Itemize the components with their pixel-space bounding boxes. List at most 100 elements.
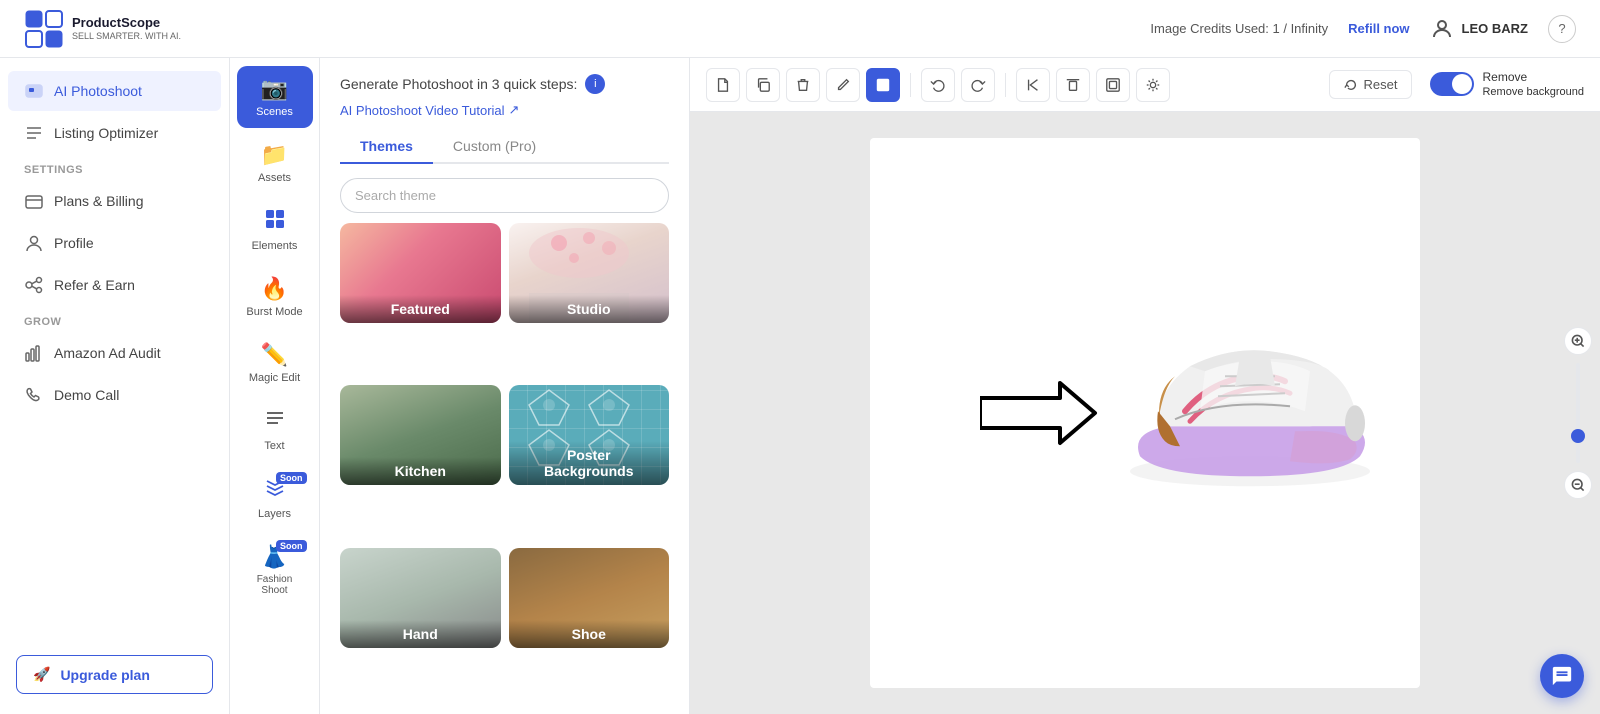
chat-button[interactable] <box>1540 654 1584 698</box>
demo-call-icon <box>24 385 44 405</box>
user-area[interactable]: LEO BARZ <box>1430 17 1528 41</box>
text-label: Text <box>264 440 284 452</box>
toolbar-separator-2 <box>1005 73 1006 97</box>
remove-bg-toggle[interactable] <box>1430 72 1474 96</box>
theme-card-hand[interactable]: Hand <box>340 548 501 648</box>
amazon-ad-audit-label: Amazon Ad Audit <box>54 345 161 361</box>
redo-icon <box>970 77 986 93</box>
grow-section-label: Grow <box>0 306 229 332</box>
theme-card-kitchen[interactable]: Kitchen <box>340 385 501 485</box>
tool-elements[interactable]: Elements <box>237 198 313 262</box>
text-icon <box>264 408 286 436</box>
tab-custom-pro[interactable]: Custom (Pro) <box>433 130 556 164</box>
toolbar-frame-btn[interactable] <box>1096 68 1130 102</box>
canvas-toolbar: Reset RemoveRemove background <box>690 58 1600 112</box>
theme-studio-label: Studio <box>509 295 670 323</box>
user-icon <box>1430 17 1454 41</box>
logo[interactable]: ProductScope SELL SMARTER. WITH AI. <box>24 9 181 49</box>
zoom-out-button[interactable] <box>1564 471 1592 499</box>
toggle-knob <box>1452 74 1472 94</box>
theme-card-studio[interactable]: Studio <box>509 223 670 323</box>
profile-icon <box>24 233 44 253</box>
zoom-slider[interactable] <box>1576 363 1580 463</box>
file-icon <box>715 77 731 93</box>
middle-header: Generate Photoshoot in 3 quick steps: i <box>320 58 689 102</box>
themes-tabs: Themes Custom (Pro) <box>340 130 669 164</box>
toolbar-delete-btn[interactable] <box>786 68 820 102</box>
toolbar-sun-btn[interactable] <box>1136 68 1170 102</box>
sidebar: AI Photoshoot Listing Optimizer Settings… <box>0 58 230 714</box>
tool-fashion-shoot[interactable]: Soon 👗 FashionShoot <box>237 534 313 606</box>
toolbar-separator-1 <box>910 73 911 97</box>
upgrade-button[interactable]: 🚀 Upgrade plan <box>16 655 213 694</box>
scenes-label: Scenes <box>256 106 293 118</box>
info-button[interactable]: i <box>585 74 605 94</box>
fashion-shoot-label: FashionShoot <box>257 574 293 596</box>
help-button[interactable]: ? <box>1548 15 1576 43</box>
theme-card-shoe[interactable]: Shoe <box>509 548 670 648</box>
edit-icon <box>835 77 851 93</box>
reset-button[interactable]: Reset <box>1329 70 1413 99</box>
chat-icon <box>1551 665 1573 687</box>
search-input[interactable] <box>340 178 669 213</box>
search-box <box>340 178 669 213</box>
logo-sub: SELL SMARTER. WITH AI. <box>72 31 181 41</box>
elements-label: Elements <box>252 240 298 252</box>
toolbar-align-top-btn[interactable] <box>1056 68 1090 102</box>
sidebar-item-profile[interactable]: Profile <box>8 223 221 263</box>
header: ProductScope SELL SMARTER. WITH AI. Imag… <box>0 0 1600 58</box>
video-link-text: AI Photoshoot Video Tutorial <box>340 103 505 118</box>
canvas-shoe-image <box>1110 311 1390 496</box>
toolbar-skip-start-btn[interactable] <box>1016 68 1050 102</box>
scenes-icon: 📷 <box>261 76 288 102</box>
header-right: Image Credits Used: 1 / Infinity Refill … <box>1150 15 1576 43</box>
tool-text[interactable]: Text <box>237 398 313 462</box>
upgrade-icon: 🚀 <box>33 666 50 683</box>
toolbar-undo-btn[interactable] <box>921 68 955 102</box>
toolbar-copy-btn[interactable] <box>746 68 780 102</box>
tool-magic-edit[interactable]: ✏️ Magic Edit <box>237 332 313 394</box>
theme-card-poster-backgrounds[interactable]: PosterBackgrounds <box>509 385 670 485</box>
copy-icon <box>755 77 771 93</box>
theme-shoe-label: Shoe <box>509 620 670 648</box>
sidebar-item-amazon-ad-audit[interactable]: Amazon Ad Audit <box>8 333 221 373</box>
refill-button[interactable]: Refill now <box>1348 21 1409 36</box>
tools-panel: 📷 Scenes 📁 Assets Elements 🔥 Burst Mode … <box>230 58 320 714</box>
logo-icon <box>24 9 64 49</box>
sidebar-item-ai-photoshoot[interactable]: AI Photoshoot <box>8 71 221 111</box>
fashion-shoot-soon-badge: Soon <box>276 540 307 552</box>
settings-section-label: Settings <box>0 154 229 180</box>
tool-burst-mode[interactable]: 🔥 Burst Mode <box>237 266 313 328</box>
upgrade-label: Upgrade plan <box>60 667 149 683</box>
burst-mode-icon: 🔥 <box>261 276 288 302</box>
tool-scenes[interactable]: 📷 Scenes <box>237 66 313 128</box>
sun-icon <box>1145 77 1161 93</box>
plans-billing-label: Plans & Billing <box>54 193 144 209</box>
sidebar-item-listing-optimizer[interactable]: Listing Optimizer <box>8 113 221 153</box>
zoom-out-icon <box>1570 477 1586 493</box>
tool-layers[interactable]: Soon Layers <box>237 466 313 530</box>
refer-earn-label: Refer & Earn <box>54 277 135 293</box>
middle-panel: Generate Photoshoot in 3 quick steps: i … <box>320 58 690 714</box>
toolbar-edit-btn[interactable] <box>826 68 860 102</box>
toolbar-file-btn[interactable] <box>706 68 740 102</box>
sidebar-item-plans-billing[interactable]: Plans & Billing <box>8 181 221 221</box>
listing-optimizer-icon <box>24 123 44 143</box>
tool-assets[interactable]: 📁 Assets <box>237 132 313 194</box>
reset-label: Reset <box>1364 77 1398 92</box>
themes-grid: Featured Studio <box>320 223 689 714</box>
sidebar-item-demo-call[interactable]: Demo Call <box>8 375 221 415</box>
canvas-area: Reset RemoveRemove background <box>690 58 1600 714</box>
sidebar-item-refer-earn[interactable]: Refer & Earn <box>8 265 221 305</box>
generate-steps-text: Generate Photoshoot in 3 quick steps: <box>340 76 577 92</box>
listing-optimizer-label: Listing Optimizer <box>54 125 158 141</box>
zoom-thumb[interactable] <box>1571 429 1585 443</box>
tab-themes[interactable]: Themes <box>340 130 433 164</box>
video-tutorial-link[interactable]: AI Photoshoot Video Tutorial ↗ <box>320 102 689 130</box>
logo-name: ProductScope <box>72 16 181 30</box>
toolbar-redo-btn[interactable] <box>961 68 995 102</box>
toolbar-color-btn[interactable] <box>866 68 900 102</box>
theme-card-featured[interactable]: Featured <box>340 223 501 323</box>
zoom-in-button[interactable] <box>1564 327 1592 355</box>
canvas-paper[interactable] <box>870 138 1420 688</box>
